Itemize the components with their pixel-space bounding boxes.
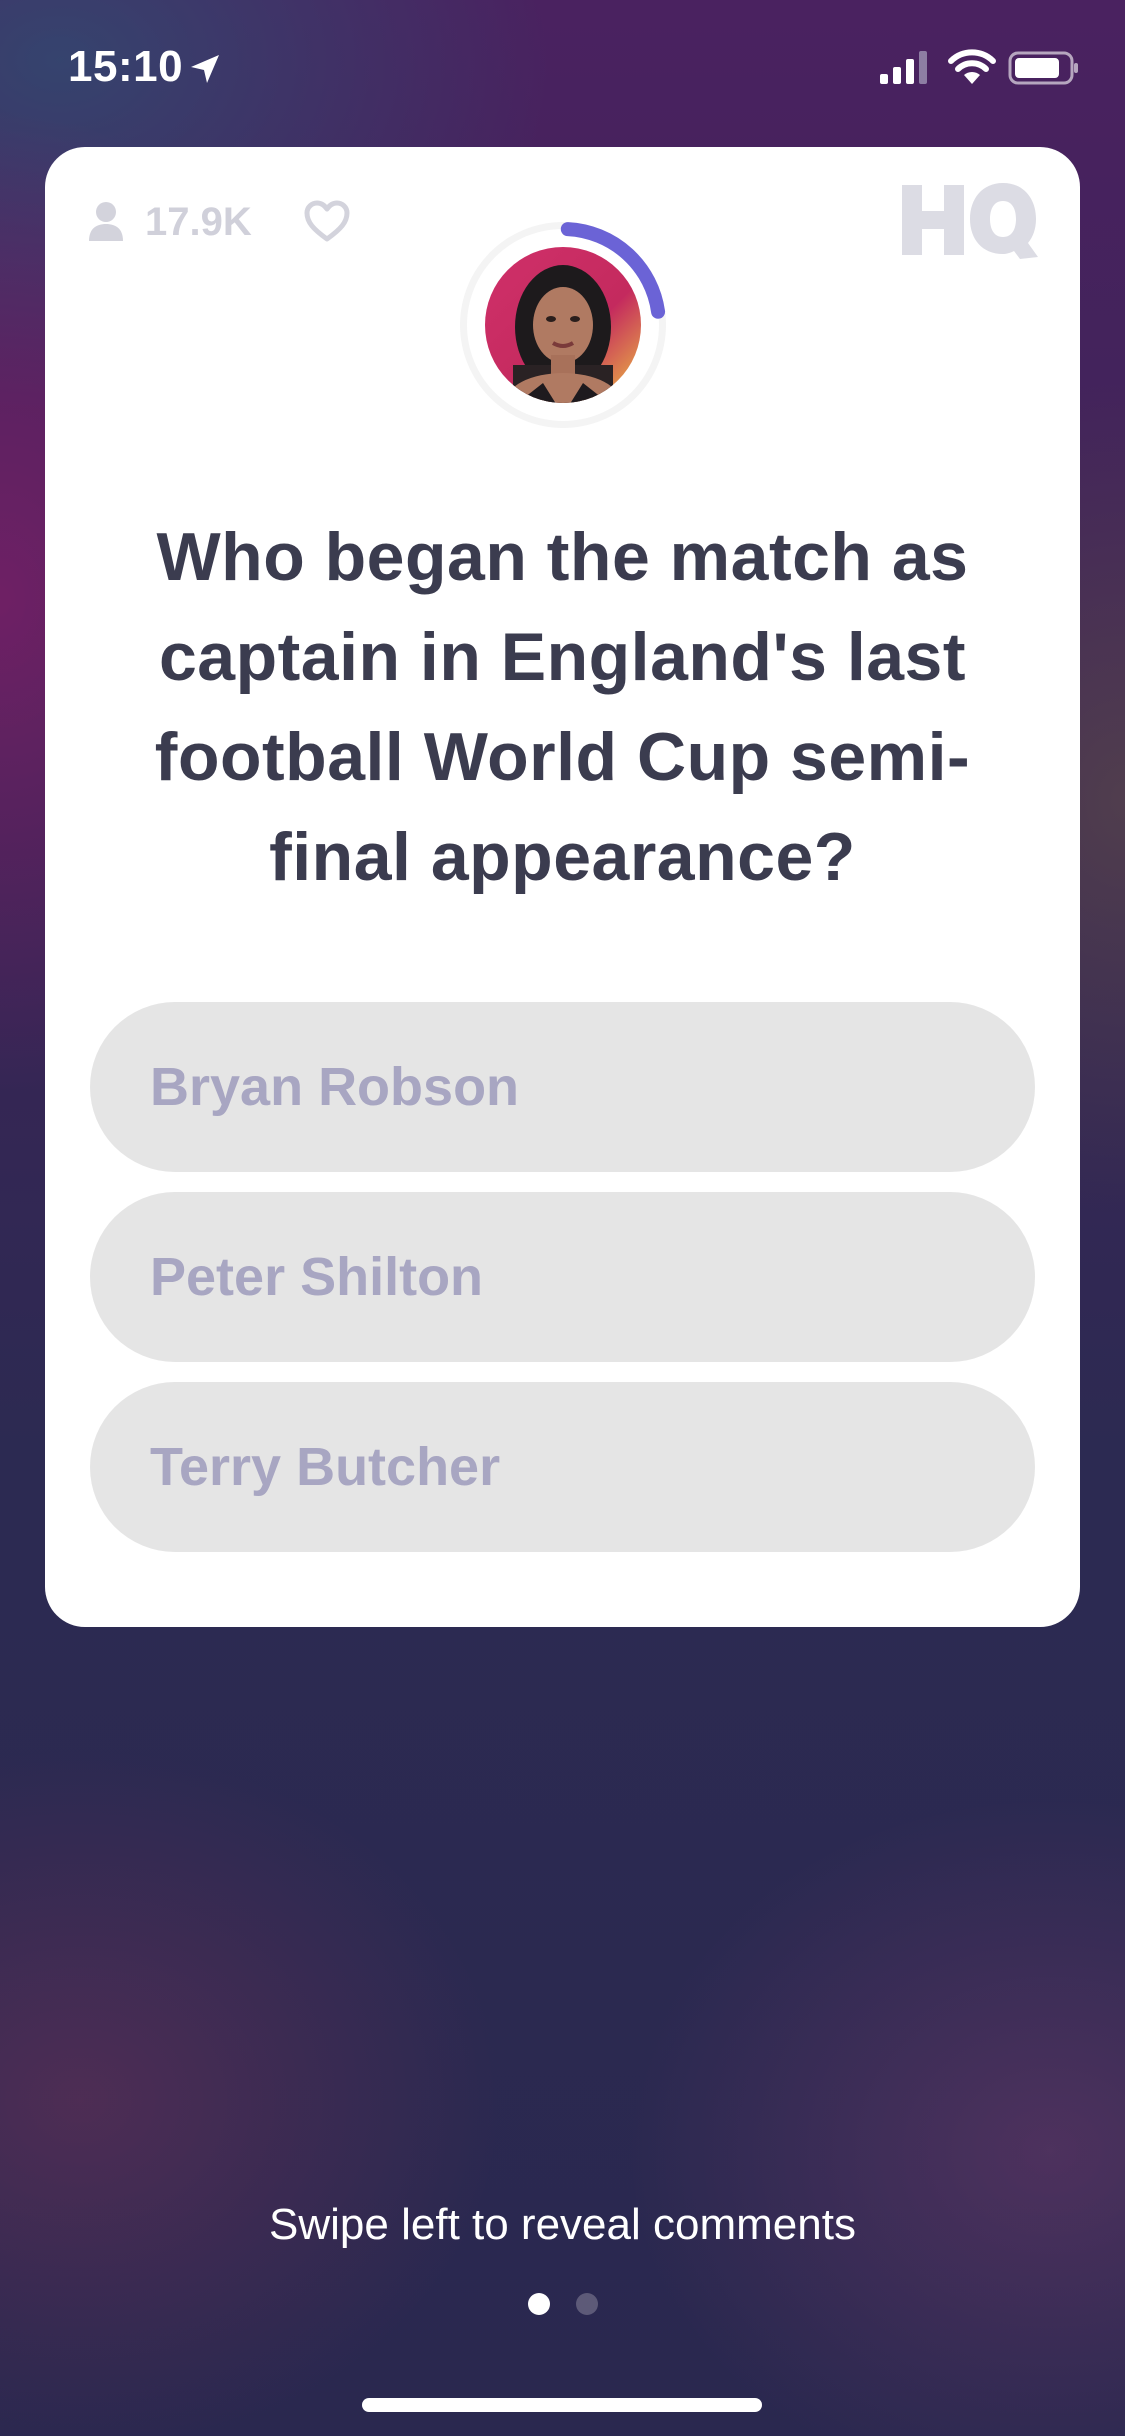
viewer-count-group: 17.9K <box>87 197 252 247</box>
page-indicator[interactable] <box>0 2293 1125 2315</box>
swipe-hint: Swipe left to reveal comments <box>269 2200 856 2249</box>
heart-icon[interactable] <box>303 199 351 243</box>
question-card: 17.9K Who began the match as captain in … <box>45 147 1080 1627</box>
answer-option-2[interactable]: Peter Shilton <box>90 1192 1035 1362</box>
battery-icon <box>1008 51 1078 85</box>
timer-ring <box>460 222 666 428</box>
host-avatar-timer <box>453 215 673 435</box>
hq-logo <box>902 183 1038 259</box>
page-dot-1[interactable] <box>527 2293 550 2315</box>
wifi-icon <box>948 49 996 84</box>
answer-option-3[interactable]: Terry Butcher <box>90 1382 1035 1552</box>
answer-list: Bryan Robson Peter Shilton Terry Butcher <box>90 1002 1035 1572</box>
home-indicator[interactable] <box>362 2398 762 2412</box>
status-bar: 15:10 <box>0 0 1125 140</box>
question-text: Who began the match as captain in Englan… <box>154 519 971 895</box>
answer-option-1[interactable]: Bryan Robson <box>90 1002 1035 1172</box>
viewer-icon <box>89 202 123 241</box>
location-arrow-icon <box>191 55 219 83</box>
signal-icon <box>880 51 927 84</box>
viewer-count: 17.9K <box>145 199 252 244</box>
page-dot-2[interactable] <box>575 2293 598 2315</box>
status-time: 15:10 <box>68 42 184 91</box>
